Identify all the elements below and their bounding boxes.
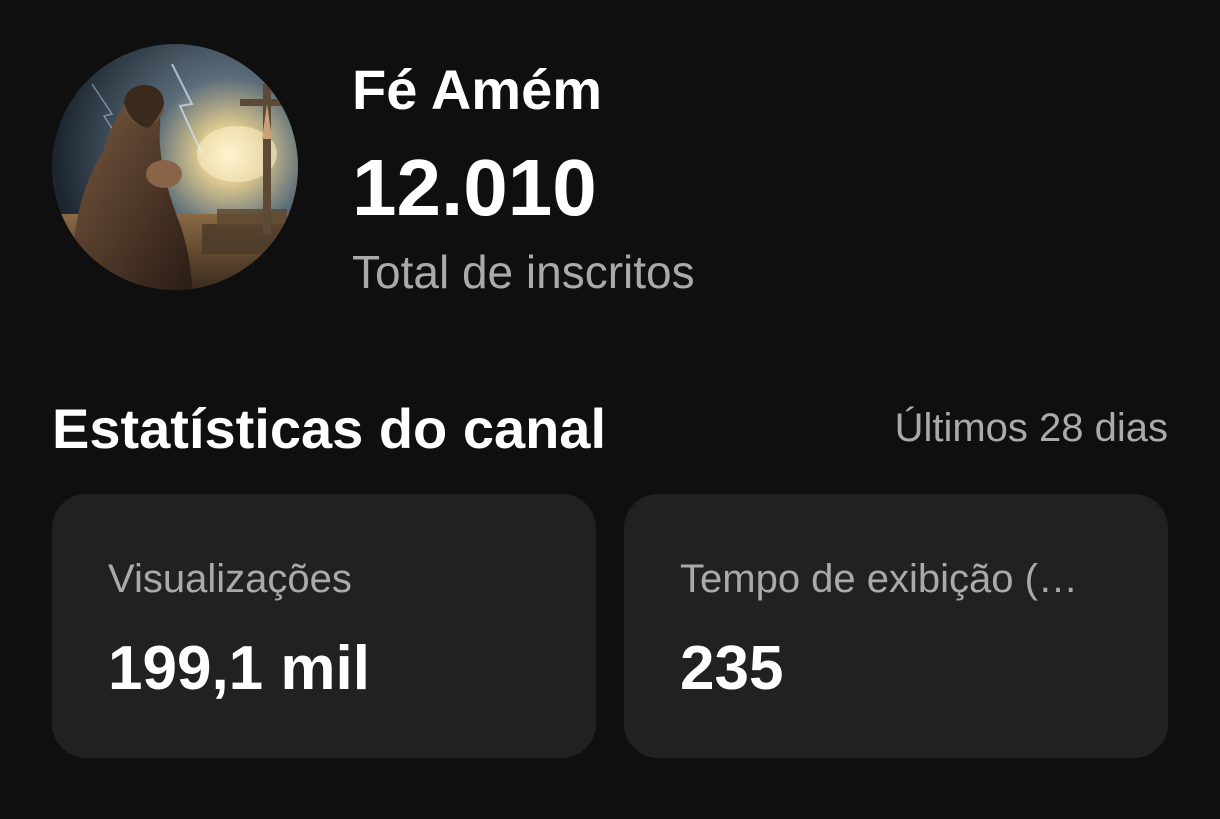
watch-time-card[interactable]: Tempo de exibição (… 235 (624, 494, 1168, 758)
stats-title: Estatísticas do canal (52, 397, 607, 460)
channel-name[interactable]: Fé Amém (352, 58, 602, 122)
stats-period: Últimos 28 dias (894, 406, 1168, 450)
channel-stats-header: Estatísticas do canal Últimos 28 dias (52, 396, 1168, 466)
watch-time-value: 235 (680, 634, 784, 703)
channel-header: Fé Amém 12.010 Total de inscritos (52, 44, 1168, 298)
views-value: 199,1 mil (108, 634, 370, 703)
subscriber-count: 12.010 (352, 143, 597, 232)
channel-avatar[interactable] (52, 44, 298, 290)
watch-time-label: Tempo de exibição (… (680, 557, 1078, 601)
subscriber-label: Total de inscritos (352, 246, 695, 298)
views-label: Visualizações (108, 557, 352, 601)
avatar-image (52, 44, 298, 290)
views-card[interactable]: Visualizações 199,1 mil (52, 494, 596, 758)
